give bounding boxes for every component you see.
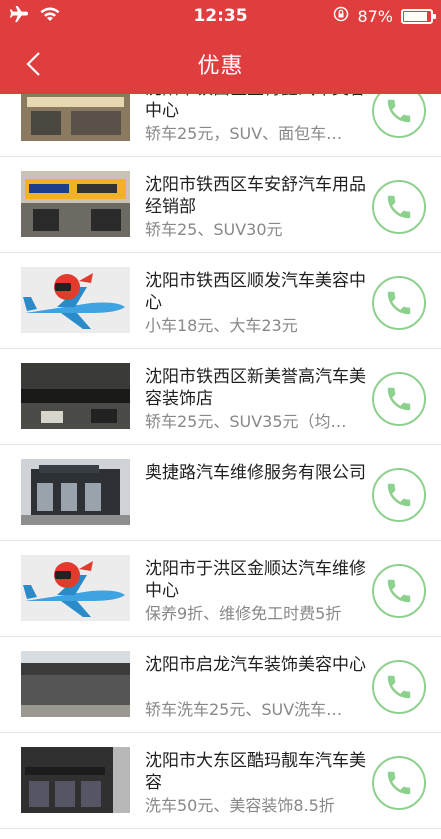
- shop-offer: 保养9折、维修免工时费5折: [145, 604, 342, 623]
- storefront-image: [21, 651, 130, 717]
- storefront-image: [21, 747, 130, 813]
- call-button[interactable]: [372, 564, 426, 618]
- shop-list[interactable]: 沈阳市铁西区圣得鑫汽车美容中心轿车25元，SUV、面包车…沈阳市铁西区车安舒汽车…: [0, 94, 441, 839]
- shop-offer: 轿车25元，SUV、面包车…: [145, 124, 343, 143]
- shop-offer: 轿车25元、SUV35元（均…: [145, 412, 347, 431]
- phone-icon: [387, 291, 411, 315]
- list-item[interactable]: 沈阳市铁西区顺发汽车美容中心小车18元、大车23元: [0, 253, 441, 349]
- list-item[interactable]: 沈阳市铁西区新美誉高汽车美容装饰店轿车25元、SUV35元（均…: [0, 349, 441, 445]
- phone-icon: [387, 99, 411, 123]
- list-item[interactable]: 沈阳市铁西区圣得鑫汽车美容中心轿车25元，SUV、面包车…: [0, 94, 441, 157]
- call-button[interactable]: [372, 660, 426, 714]
- list-item[interactable]: 奥捷路汽车维修服务有限公司: [0, 445, 441, 541]
- shop-name: 奥捷路汽车维修服务有限公司: [145, 463, 366, 483]
- placeholder-airplane-image: [21, 267, 130, 333]
- status-right: 87%: [333, 6, 436, 26]
- list-item[interactable]: 沈阳市铁西区车安舒汽车用品经销部轿车25、SUV30元: [0, 157, 441, 253]
- phone-icon: [387, 483, 411, 507]
- shop-offer: 轿车25、SUV30元: [145, 220, 283, 239]
- call-button[interactable]: [372, 180, 426, 234]
- shop-name: 沈阳市铁西区新美誉高汽车美容装饰店: [145, 367, 366, 409]
- list-item[interactable]: 沈阳市大东区酷玛靓车汽车美容洗车50元、美容装饰8.5折: [0, 733, 441, 829]
- call-button[interactable]: [372, 468, 426, 522]
- storefront-image: [21, 363, 130, 429]
- battery-percent: 87%: [357, 6, 393, 26]
- call-button[interactable]: [372, 276, 426, 330]
- shop-name: 沈阳市铁西区顺发汽车美容中心: [145, 271, 366, 313]
- page-title: 优惠: [197, 54, 244, 79]
- shop-name: 沈阳市铁西区车安舒汽车用品经销部: [145, 175, 366, 217]
- shop-name: 沈阳市铁西区圣得鑫汽车美容中心: [145, 94, 366, 121]
- phone-icon: [387, 195, 411, 219]
- placeholder-airplane-image: [21, 555, 130, 621]
- phone-icon: [387, 675, 411, 699]
- shop-name: 沈阳市大东区酷玛靓车汽车美容: [145, 751, 366, 793]
- phone-icon: [387, 387, 411, 411]
- nav-bar: 优惠: [0, 34, 441, 94]
- shop-offer: 轿车洗车25元、SUV洗车…: [145, 700, 343, 719]
- call-button[interactable]: [372, 756, 426, 810]
- shop-name: 沈阳市启龙汽车装饰美容中心: [145, 655, 366, 675]
- header: 12:35 87% 优惠: [0, 0, 441, 94]
- list-item[interactable]: 沈阳市于洪区金顺达汽车维修中心保养9折、维修免工时费5折: [0, 541, 441, 637]
- call-button[interactable]: [372, 372, 426, 426]
- shop-offer: 小车18元、大车23元: [145, 316, 298, 335]
- orientation-lock-icon: [333, 6, 349, 26]
- battery-icon: [401, 8, 436, 24]
- phone-icon: [387, 771, 411, 795]
- shop-name: 沈阳市于洪区金顺达汽车维修中心: [145, 559, 366, 601]
- storefront-image: [21, 94, 130, 141]
- status-bar: 12:35 87%: [0, 0, 441, 34]
- call-button[interactable]: [372, 94, 426, 138]
- storefront-image: [21, 459, 130, 525]
- battery-level: [404, 11, 427, 21]
- phone-icon: [387, 579, 411, 603]
- storefront-image: [21, 171, 130, 237]
- shop-offer: 洗车50元、美容装饰8.5折: [145, 796, 335, 815]
- list-item[interactable]: 沈阳市启龙汽车装饰美容中心 轿车洗车25元、SUV洗车…: [0, 637, 441, 733]
